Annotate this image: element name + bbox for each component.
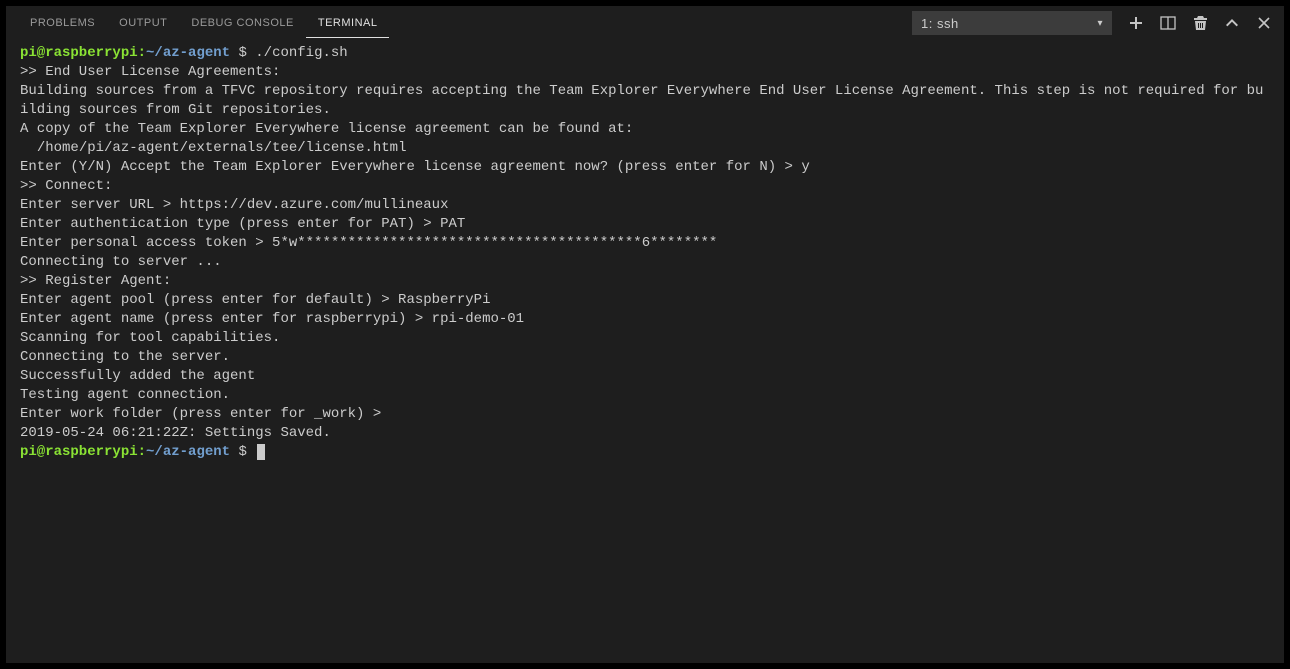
split-terminal-icon[interactable] (1160, 15, 1176, 31)
server-url-line: Enter server URL > https://dev.azure.com… (20, 196, 1270, 215)
eula-header: >> End User License Agreements: (20, 63, 1270, 82)
entered-command: ./config.sh (255, 45, 347, 61)
close-panel-icon[interactable] (1256, 15, 1272, 31)
license-path: /home/pi/az-agent/externals/tee/license.… (20, 139, 1270, 158)
tab-output[interactable]: OUTPUT (107, 9, 179, 37)
terminal-cursor (257, 444, 265, 460)
tab-problems[interactable]: PROBLEMS (18, 9, 107, 37)
pat-line: Enter personal access token > 5*w*******… (20, 234, 1270, 253)
eula-accept-prompt: Enter (Y/N) Accept the Team Explorer Eve… (20, 158, 1270, 177)
terminal-toolbar (1128, 15, 1272, 31)
auth-type-line: Enter authentication type (press enter f… (20, 215, 1270, 234)
terminal-selector-value: 1: ssh (921, 16, 959, 31)
eula-body: Building sources from a TFVC repository … (20, 82, 1270, 120)
settings-saved-line: 2019-05-24 06:21:22Z: Settings Saved. (20, 424, 1270, 443)
kill-terminal-icon[interactable] (1192, 15, 1208, 31)
tab-debug-console[interactable]: DEBUG CONSOLE (179, 9, 305, 37)
terminal-selector-dropdown[interactable]: 1: ssh ▾ (912, 11, 1112, 35)
chevron-down-icon: ▾ (1097, 18, 1103, 29)
tab-terminal[interactable]: TERMINAL (306, 9, 390, 38)
maximize-panel-icon[interactable] (1224, 15, 1240, 31)
work-folder-line: Enter work folder (press enter for _work… (20, 405, 1270, 424)
agent-name-line: Enter agent name (press enter for raspbe… (20, 310, 1270, 329)
connect-header: >> Connect: (20, 177, 1270, 196)
agent-pool-line: Enter agent pool (press enter for defaul… (20, 291, 1270, 310)
register-agent-header: >> Register Agent: (20, 272, 1270, 291)
panel-tab-bar: PROBLEMS OUTPUT DEBUG CONSOLE TERMINAL 1… (6, 6, 1284, 40)
new-terminal-icon[interactable] (1128, 15, 1144, 31)
prompt-path: ~/az-agent (146, 45, 230, 61)
terminal-output[interactable]: pi@raspberrypi:~/az-agent $ ./config.sh>… (6, 40, 1284, 663)
prompt-user-host: pi@raspberrypi (20, 45, 138, 61)
terminal-panel: PROBLEMS OUTPUT DEBUG CONSOLE TERMINAL 1… (6, 6, 1284, 663)
